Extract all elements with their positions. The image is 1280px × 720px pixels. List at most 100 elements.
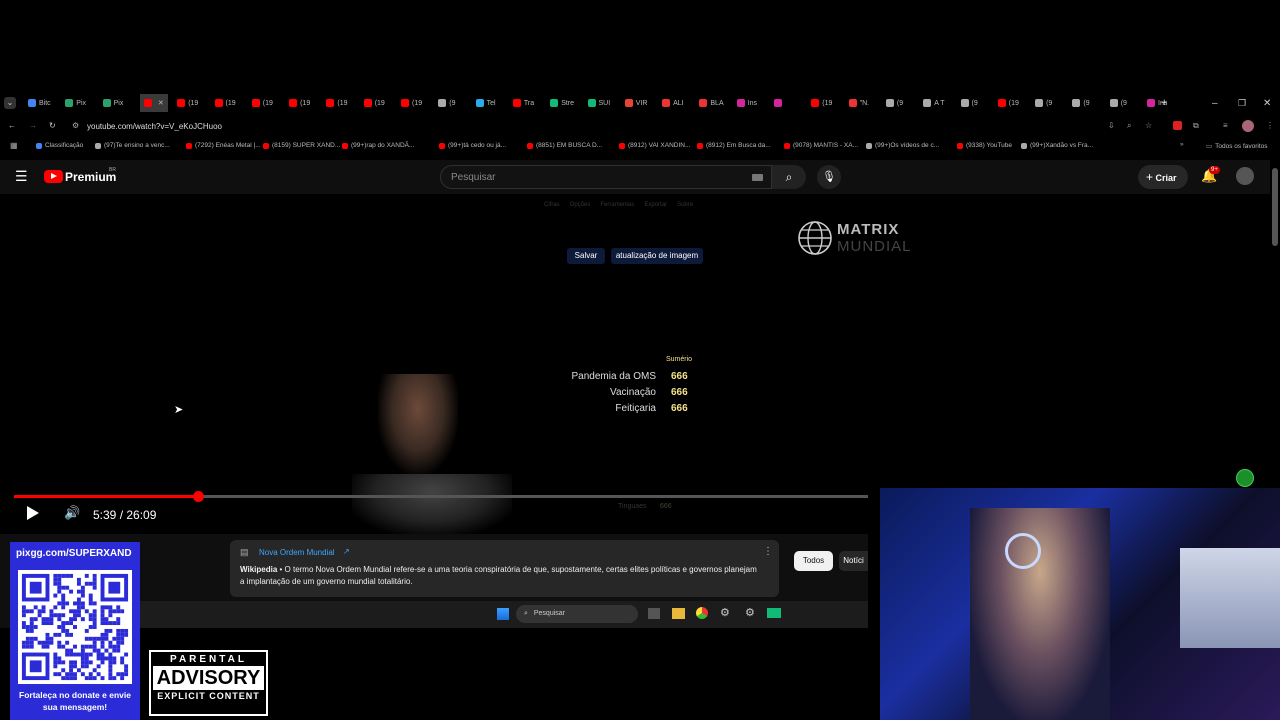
url-field[interactable]: youtube.com/watch?v=V_eKoJCHuoo — [87, 122, 222, 131]
browser-tab[interactable]: (19 — [401, 94, 422, 112]
browser-tab[interactable]: BLA — [699, 94, 724, 112]
browser-tab[interactable]: VIR — [624, 94, 647, 112]
update-image-button[interactable]: atualização de imagem — [611, 248, 703, 264]
site-info-icon[interactable]: ⚙ — [72, 121, 79, 130]
close-window-button[interactable]: ✕ — [1263, 94, 1271, 112]
more-bookmarks-icon[interactable]: » — [1180, 141, 1184, 148]
browser-tab[interactable]: (19 — [363, 94, 385, 112]
browser-tab[interactable]: (19 — [997, 94, 1019, 112]
browser-tab[interactable]: (9 — [1109, 94, 1127, 112]
install-icon[interactable]: ⇩ — [1108, 121, 1115, 130]
browser-tab[interactable]: (9 — [1035, 94, 1052, 112]
external-link-icon[interactable]: ↗ — [343, 547, 350, 556]
restore-button[interactable]: ❐ — [1238, 94, 1246, 112]
browser-tab[interactable]: (9 — [438, 94, 456, 112]
bookmark-item[interactable]: (99+)Os vídeos de c... — [866, 142, 939, 149]
bookmark-item[interactable]: (9078) MANTIS - XA... — [784, 142, 858, 149]
browser-tab[interactable]: (19 — [214, 94, 236, 112]
minimize-button[interactable]: – — [1212, 94, 1218, 112]
browser-tab[interactable]: SUI — [587, 94, 610, 112]
page-scrollbar[interactable] — [1272, 168, 1278, 246]
bookmark-item[interactable]: (9338) YouTube — [957, 142, 1012, 149]
chip-all[interactable]: Todos — [794, 551, 833, 571]
more-options-icon[interactable]: ⋮ — [763, 546, 773, 557]
steam-icon[interactable] — [767, 608, 781, 618]
bookmark-item[interactable]: (99+)tá cedo ou já... — [439, 142, 506, 149]
tab-favicon-icon — [438, 99, 447, 107]
account-avatar[interactable] — [1236, 167, 1254, 185]
bookmark-item[interactable]: (8912) VAI XANDIN... — [619, 142, 690, 149]
browser-tab[interactable]: (19 — [177, 94, 198, 112]
browser-tab[interactable]: Pix — [65, 94, 86, 112]
browser-tab[interactable]: (19 — [326, 94, 348, 112]
browser-tab[interactable]: Bitc — [28, 94, 51, 112]
hamburger-menu-icon[interactable]: ☰ — [15, 168, 28, 185]
browser-tab[interactable]: (19 — [251, 94, 273, 112]
browser-tab[interactable]: Tel — [475, 94, 496, 112]
browser-tab[interactable]: (19 — [811, 94, 832, 112]
bookmark-item[interactable]: (97)Te ensino a venc... — [95, 142, 170, 149]
close-tab-icon[interactable]: ✕ — [158, 99, 164, 107]
browser-tab[interactable]: Ins — [736, 94, 757, 112]
keyboard-icon[interactable] — [752, 174, 763, 181]
apps-icon[interactable]: ▦ — [10, 141, 18, 150]
search-button[interactable]: ⌕ — [772, 165, 806, 189]
voice-search-button[interactable]: 🎙 — [817, 165, 841, 189]
bookmark-item[interactable]: (99+)Xandão vs Fra... — [1021, 142, 1093, 149]
info-panel-title[interactable]: Nova Ordem Mundial — [259, 548, 335, 557]
browser-tab[interactable]: "N. — [848, 94, 869, 112]
browser-tab[interactable]: ✕ — [139, 94, 168, 112]
browser-tab[interactable]: Stre — [550, 94, 574, 112]
tab-search-button[interactable]: ⌄ — [4, 94, 16, 112]
settings-icon[interactable]: ⚙ — [720, 606, 730, 619]
chrome-icon[interactable] — [696, 607, 708, 619]
back-icon[interactable]: ← — [8, 121, 16, 130]
browser-tab[interactable]: Tra — [512, 94, 534, 112]
play-icon[interactable] — [27, 506, 39, 520]
bookmark-item[interactable]: (99+)rap do XANDÃ... — [342, 142, 414, 149]
youtube-logo-icon[interactable] — [44, 170, 63, 183]
browser-tab[interactable]: A T — [923, 94, 945, 112]
menu-icon[interactable]: ⋮ — [1266, 121, 1274, 130]
app-icon[interactable]: ⚙ — [745, 606, 755, 619]
volume-icon[interactable]: 🔊 — [64, 505, 80, 521]
bookmark-item[interactable]: (8851) EM BUSCA D... — [527, 142, 602, 149]
browser-tab[interactable]: (9 — [885, 94, 903, 112]
progress-bar[interactable] — [14, 491, 868, 502]
search-input[interactable]: Pesquisar — [440, 165, 772, 189]
browser-tab[interactable]: Pix — [102, 94, 123, 112]
progress-thumb[interactable] — [193, 491, 205, 502]
bookmark-item[interactable]: Classificação — [36, 142, 83, 149]
bookmark-item[interactable]: (8159) SUPER XAND... — [263, 142, 340, 149]
extension-icon[interactable] — [1173, 121, 1182, 130]
bookmark-star-icon[interactable]: ☆ — [1145, 121, 1152, 130]
windows-start-icon[interactable] — [497, 608, 509, 620]
task-view-icon[interactable] — [648, 608, 660, 619]
info-panel: ▤ Nova Ordem Mundial ↗ ⋮ Wikipedia • O t… — [230, 540, 779, 597]
new-tab-button[interactable]: + — [1161, 94, 1167, 112]
bookmark-item[interactable]: (8912) Em Busca da... — [697, 142, 771, 149]
zoom-icon[interactable]: ⌕ — [1127, 121, 1131, 131]
bookmark-item[interactable]: (7292) Enéas Metal |... — [186, 142, 261, 149]
browser-tab[interactable]: (9 — [1072, 94, 1090, 112]
reload-icon[interactable]: ↻ — [49, 121, 56, 130]
plus-icon: + — [1146, 170, 1154, 184]
extensions-icon[interactable]: ⧉ — [1193, 121, 1199, 131]
browser-tab[interactable] — [774, 94, 785, 112]
bookmark-label: (8912) Em Busca da... — [706, 142, 771, 149]
tab-title: Pix — [76, 99, 87, 107]
all-bookmarks[interactable]: ▭ Todos os favoritos — [1206, 142, 1268, 151]
file-explorer-icon[interactable] — [672, 608, 685, 619]
browser-tab[interactable]: (9 — [960, 94, 978, 112]
forward-icon[interactable]: → — [29, 121, 37, 130]
taskbar-search[interactable]: ⌕ Pesquisar — [516, 605, 638, 623]
video-menu-item: Ferramentas — [600, 202, 635, 208]
chip-news[interactable]: Notíci — [839, 551, 868, 571]
browser-tab[interactable]: ALI — [662, 94, 684, 112]
create-button[interactable]: + Criar — [1138, 165, 1188, 189]
browser-tab[interactable]: (19 — [289, 94, 310, 112]
profile-avatar[interactable] — [1242, 120, 1254, 132]
media-icon[interactable]: ≡ — [1223, 121, 1228, 130]
save-button[interactable]: Salvar — [567, 248, 605, 264]
video-player[interactable]: Cifras Opções Ferramentas Exportar Sobre Sal… — [0, 194, 911, 534]
